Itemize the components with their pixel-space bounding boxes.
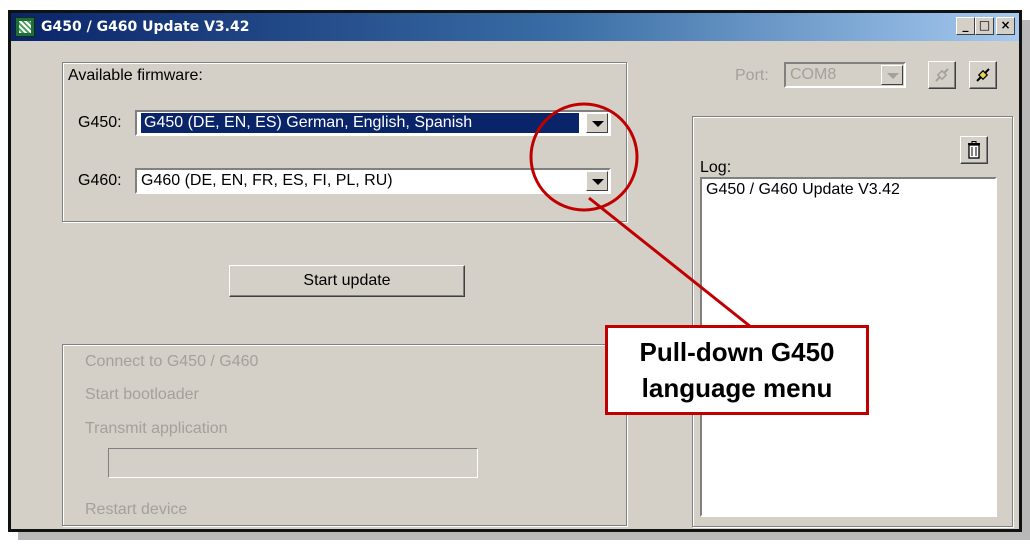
annotation-line-2: language menu	[641, 373, 833, 403]
annotation-callout: Pull-down G450 language menu	[605, 325, 869, 415]
app-window: G450 / G460 Update V3.42 _ □ × Available…	[8, 10, 1022, 532]
annotation-overlay	[529, 102, 752, 329]
annotation-circle	[529, 102, 639, 212]
annotation-leader-line	[588, 196, 752, 329]
annotation-line-1: Pull-down G450	[639, 337, 835, 367]
